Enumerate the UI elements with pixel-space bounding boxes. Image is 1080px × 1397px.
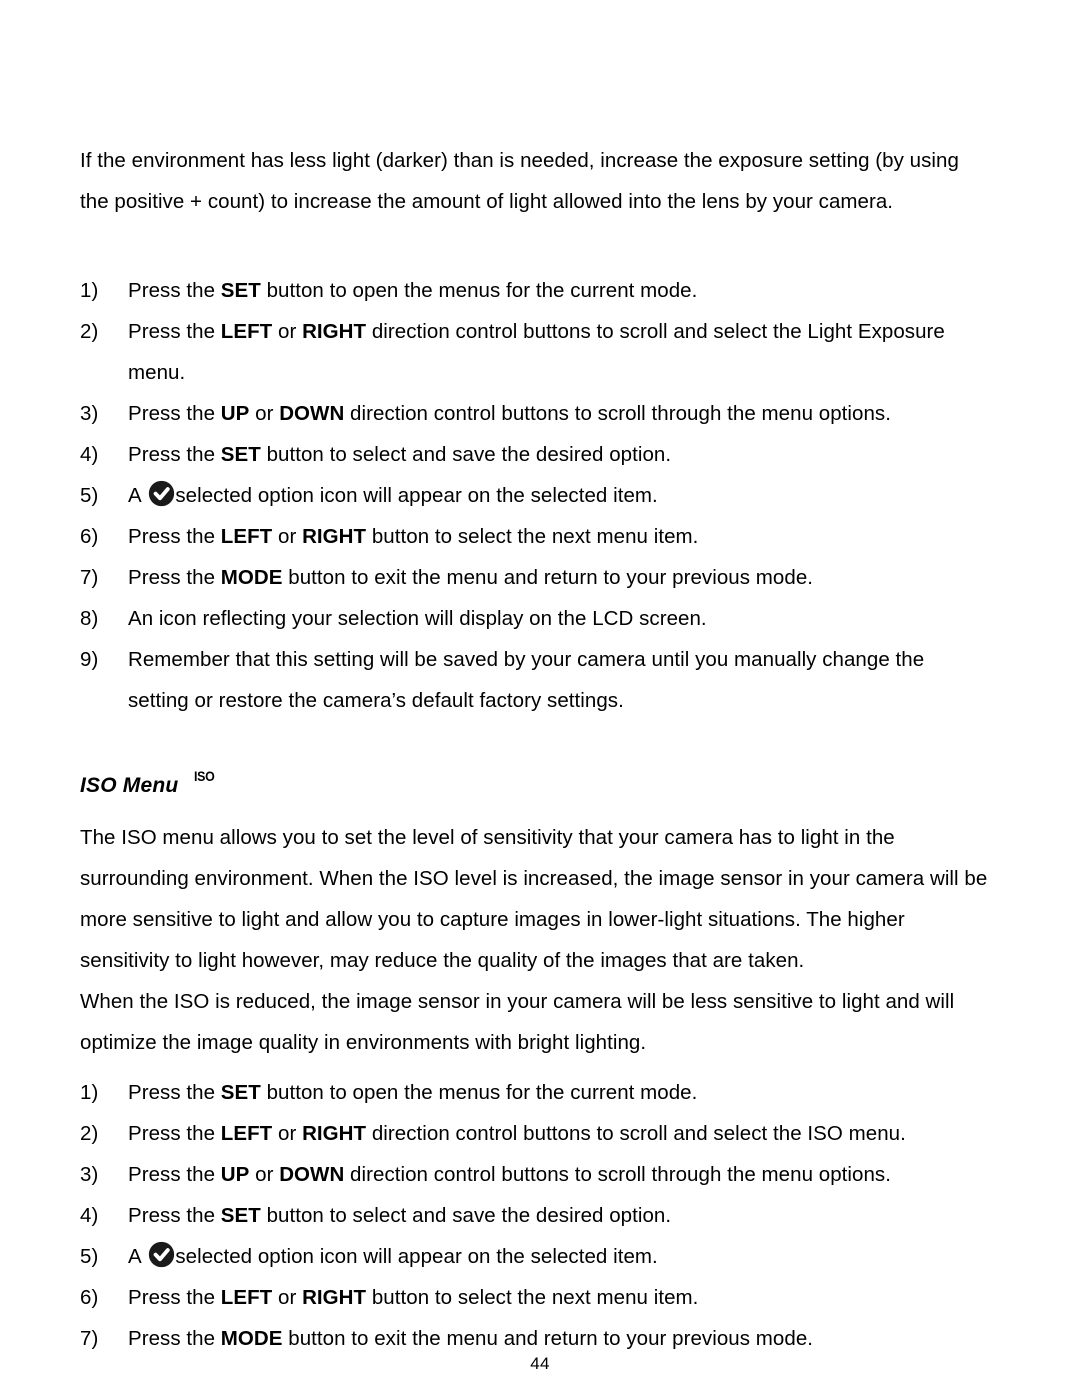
list-item-number: 6) bbox=[80, 525, 99, 548]
iso-icon: ISO bbox=[194, 769, 216, 784]
list-item: 2) Press the LEFT or RIGHT direction cont… bbox=[80, 311, 990, 393]
emphasis: SET bbox=[220, 443, 261, 466]
checkmark-icon bbox=[148, 1241, 175, 1268]
iso-paragraph-1: The ISO menu allows you to set the level… bbox=[80, 826, 988, 972]
emphasis: LEFT bbox=[220, 1122, 273, 1145]
list-item-text: Press the SET button to open the menus f… bbox=[128, 279, 698, 302]
list-item: 8) An icon reflecting your selection will… bbox=[80, 598, 990, 639]
list-item-number: 8) bbox=[80, 607, 99, 630]
list-item-text: Press the MODE button to exit the menu a… bbox=[128, 1327, 814, 1350]
checkmark-icon bbox=[148, 480, 175, 507]
list-item: 7) Press the MODE button to exit the menu… bbox=[80, 557, 990, 598]
list-item-text: Press the SET button to select and save … bbox=[128, 443, 672, 466]
list-item: 1) Press the SET button to open the menus… bbox=[80, 1072, 990, 1113]
list-item-text: Press the LEFT or RIGHT button to select… bbox=[128, 1286, 699, 1309]
emphasis: UP bbox=[220, 1163, 250, 1186]
list-item-number: 5) bbox=[80, 1245, 99, 1268]
list-item: 3) Press the UP or DOWN direction control… bbox=[80, 1154, 990, 1195]
emphasis: RIGHT bbox=[302, 1122, 367, 1145]
list-item: 5) A selected option icon will appear on … bbox=[80, 475, 990, 516]
list-item-text: Press the LEFT or RIGHT direction contro… bbox=[128, 1122, 906, 1145]
emphasis: LEFT bbox=[220, 1286, 273, 1309]
emphasis: RIGHT bbox=[302, 1286, 367, 1309]
list-item-text: A selected option icon will appear on th… bbox=[128, 480, 658, 507]
iso-menu-heading: ISO Menu ISO bbox=[80, 769, 990, 803]
list-item-text: Remember that this setting will be saved… bbox=[128, 648, 925, 712]
emphasis: RIGHT bbox=[302, 320, 367, 343]
list-item-number: 7) bbox=[80, 566, 99, 589]
intro-paragraph: If the environment has less light (darke… bbox=[80, 149, 959, 213]
list-item-text: Press the UP or DOWN direction control b… bbox=[128, 402, 891, 425]
emphasis: DOWN bbox=[279, 402, 345, 425]
emphasis: SET bbox=[220, 1081, 261, 1104]
list-item-number: 1) bbox=[80, 1081, 99, 1104]
list-item-number: 6) bbox=[80, 1286, 99, 1309]
list-item-number: 9) bbox=[80, 648, 99, 671]
exposure-steps-list: 1) Press the SET button to open the menus… bbox=[80, 270, 990, 721]
iso-menu-heading-label: ISO Menu bbox=[80, 774, 179, 797]
list-item-text: Press the SET button to open the menus f… bbox=[128, 1081, 698, 1104]
list-item-number: 1) bbox=[80, 279, 99, 302]
list-item-number: 5) bbox=[80, 484, 99, 507]
list-item-number: 7) bbox=[80, 1327, 99, 1350]
iso-steps-list: 1) Press the SET button to open the menus… bbox=[80, 1072, 990, 1359]
list-item-text: Press the MODE button to exit the menu a… bbox=[128, 566, 814, 589]
emphasis: UP bbox=[220, 402, 250, 425]
list-item: 2) Press the LEFT or RIGHT direction cont… bbox=[80, 1113, 990, 1154]
list-item-text: An icon reflecting your selection will d… bbox=[128, 607, 707, 630]
list-item: 5) A selected option icon will appear on … bbox=[80, 1236, 990, 1277]
emphasis: LEFT bbox=[220, 320, 273, 343]
emphasis: SET bbox=[220, 279, 261, 302]
list-item-text: Press the LEFT or RIGHT button to select… bbox=[128, 525, 699, 548]
list-item: 4) Press the SET button to select and sav… bbox=[80, 1195, 990, 1236]
list-item-number: 4) bbox=[80, 443, 99, 466]
emphasis: MODE bbox=[220, 1327, 283, 1350]
list-item-number: 2) bbox=[80, 320, 99, 343]
list-item: 1) Press the SET button to open the menus… bbox=[80, 270, 990, 311]
emphasis: MODE bbox=[220, 566, 283, 589]
list-item: 9) Remember that this setting will be sav… bbox=[80, 639, 990, 721]
list-item-number: 3) bbox=[80, 1163, 99, 1186]
list-item-number: 4) bbox=[80, 1204, 99, 1227]
list-item: 6) Press the LEFT or RIGHT button to sele… bbox=[80, 516, 990, 557]
list-item: 3) Press the UP or DOWN direction control… bbox=[80, 393, 990, 434]
page-number: 44 bbox=[530, 1354, 550, 1373]
iso-paragraph-2: When the ISO is reduced, the image senso… bbox=[80, 990, 955, 1054]
list-item-number: 3) bbox=[80, 402, 99, 425]
emphasis: SET bbox=[220, 1204, 261, 1227]
list-item-text: A selected option icon will appear on th… bbox=[128, 1241, 658, 1268]
emphasis: DOWN bbox=[279, 1163, 345, 1186]
list-item: 6) Press the LEFT or RIGHT button to sele… bbox=[80, 1277, 990, 1318]
list-item: 7) Press the MODE button to exit the menu… bbox=[80, 1318, 990, 1359]
list-item: 4) Press the SET button to select and sav… bbox=[80, 434, 990, 475]
document-page: If the environment has less light (darke… bbox=[0, 0, 1080, 1397]
list-item-text: Press the UP or DOWN direction control b… bbox=[128, 1163, 891, 1186]
emphasis: RIGHT bbox=[302, 525, 367, 548]
list-item-number: 2) bbox=[80, 1122, 99, 1145]
emphasis: LEFT bbox=[220, 525, 273, 548]
list-item-text: Press the SET button to select and save … bbox=[128, 1204, 672, 1227]
list-item-text: Press the LEFT or RIGHT direction contro… bbox=[128, 320, 945, 384]
